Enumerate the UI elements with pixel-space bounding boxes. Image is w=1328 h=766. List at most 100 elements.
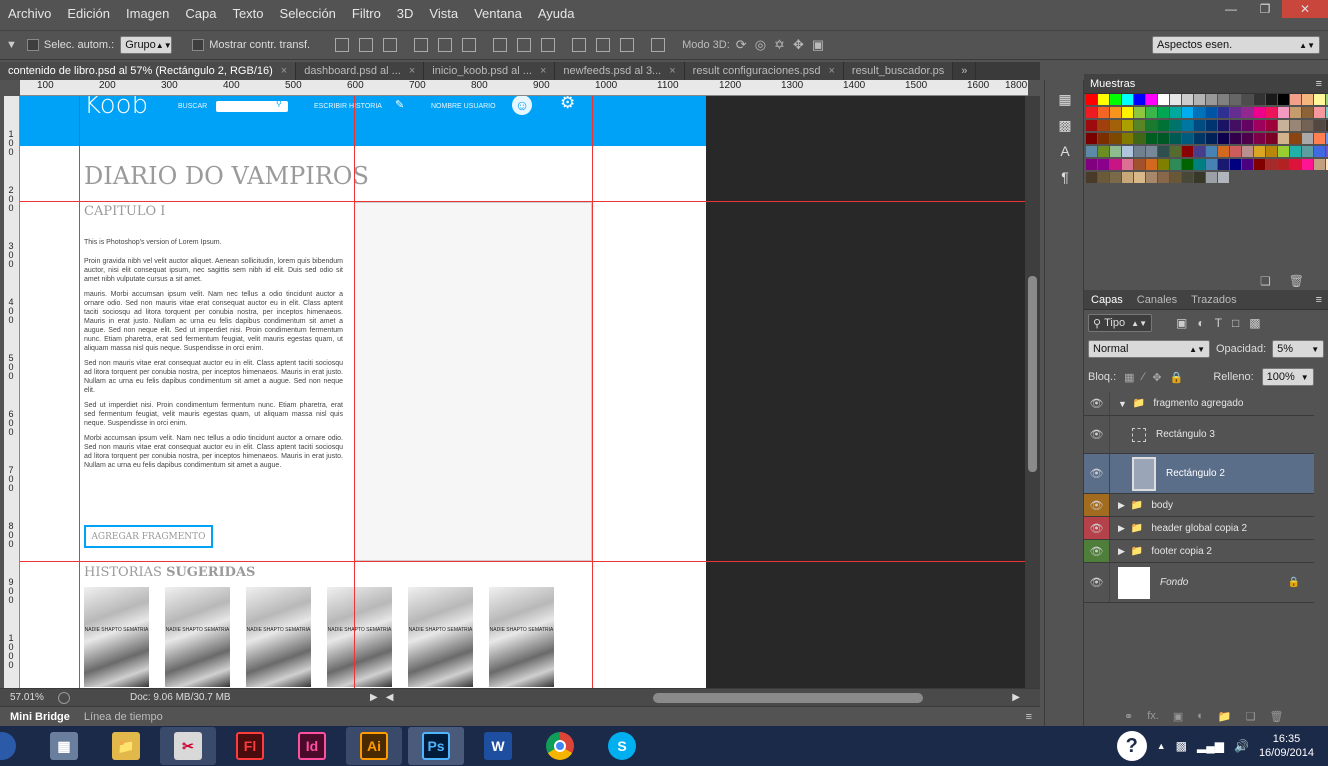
swatch[interactable] bbox=[1266, 159, 1277, 170]
workspace-dropdown[interactable]: Aspectos esen. ▲▼ bbox=[1152, 36, 1320, 54]
swatch[interactable] bbox=[1302, 146, 1313, 157]
swatch[interactable] bbox=[1134, 94, 1145, 105]
align-left-icon[interactable] bbox=[414, 38, 429, 52]
show-transform-checkbox[interactable] bbox=[192, 39, 205, 51]
swatch[interactable] bbox=[1146, 159, 1157, 170]
swatch[interactable] bbox=[1242, 159, 1253, 170]
tab-result-buscador[interactable]: result_buscador.ps bbox=[843, 62, 954, 80]
start-button[interactable] bbox=[0, 732, 16, 760]
swatch[interactable] bbox=[1158, 146, 1169, 157]
swatch[interactable] bbox=[1206, 159, 1217, 170]
swatch[interactable] bbox=[1266, 120, 1277, 131]
swatch[interactable] bbox=[1170, 133, 1181, 144]
network-icon[interactable]: ▩ bbox=[1176, 739, 1187, 753]
roll-3d-icon[interactable]: ◎ bbox=[755, 37, 766, 53]
swatch[interactable] bbox=[1290, 120, 1301, 131]
swatch[interactable] bbox=[1182, 146, 1193, 157]
horizontal-scroll-thumb[interactable] bbox=[653, 692, 924, 703]
guide-vertical[interactable] bbox=[592, 96, 593, 688]
swatch[interactable] bbox=[1194, 172, 1205, 183]
swatches-tab[interactable]: Muestras bbox=[1090, 78, 1135, 90]
minimize-icon[interactable]: — bbox=[1214, 0, 1248, 18]
swatch[interactable] bbox=[1290, 107, 1301, 118]
swatch[interactable] bbox=[1086, 94, 1097, 105]
swatch[interactable] bbox=[1146, 107, 1157, 118]
swatch[interactable] bbox=[1302, 120, 1313, 131]
swatch[interactable] bbox=[1278, 94, 1289, 105]
visibility-eye-icon[interactable]: 👁 bbox=[1084, 416, 1110, 453]
add-fragment-button[interactable]: AGREGAR FRAGMENTO bbox=[84, 525, 213, 548]
menu-ventana[interactable]: Ventana bbox=[466, 6, 530, 21]
visibility-eye-icon[interactable]: 👁 bbox=[1084, 540, 1110, 562]
swatch[interactable] bbox=[1230, 159, 1241, 170]
visibility-eye-icon[interactable]: 👁 bbox=[1084, 494, 1110, 516]
swatch[interactable] bbox=[1182, 159, 1193, 170]
delete-swatch-icon[interactable]: 🗑 bbox=[1289, 274, 1304, 288]
swatch[interactable] bbox=[1098, 94, 1109, 105]
export-icon[interactable] bbox=[58, 691, 70, 704]
disclosure-open-icon[interactable]: ▼ bbox=[1118, 399, 1127, 409]
swatch[interactable] bbox=[1206, 94, 1217, 105]
swatch[interactable] bbox=[1086, 146, 1097, 157]
swatch[interactable] bbox=[1242, 107, 1253, 118]
swatch[interactable] bbox=[1194, 94, 1205, 105]
swatch[interactable] bbox=[1254, 159, 1265, 170]
swatch[interactable] bbox=[1098, 159, 1109, 170]
history-icon[interactable]: ▦ bbox=[1050, 88, 1080, 110]
layer-kind-dropdown[interactable]: ⚲ Tipo ▲▼ bbox=[1088, 314, 1152, 332]
swatch[interactable] bbox=[1110, 172, 1121, 183]
pan-3d-icon[interactable]: ✡ bbox=[774, 37, 785, 53]
swatch[interactable] bbox=[1302, 159, 1313, 170]
canvas-area[interactable]: Koob BUSCAR ⚲ ESCRIBIR HISTORIA ✎ NOMBRE… bbox=[20, 96, 1028, 688]
distribute-right-icon[interactable] bbox=[620, 38, 635, 52]
book-cover[interactable]: NADIE SHAPTO SEMATRIA bbox=[84, 587, 149, 687]
swatch[interactable] bbox=[1086, 133, 1097, 144]
swatch[interactable] bbox=[1182, 133, 1193, 144]
swatch[interactable] bbox=[1230, 133, 1241, 144]
lock-move-icon[interactable]: ✥ bbox=[1152, 371, 1161, 384]
zoom-level[interactable]: 57.01% bbox=[10, 692, 54, 703]
tab-timeline[interactable]: Línea de tiempo bbox=[84, 711, 163, 723]
swatch[interactable] bbox=[1122, 94, 1133, 105]
taskbar-word[interactable]: W bbox=[470, 727, 526, 765]
swatch[interactable] bbox=[1146, 133, 1157, 144]
filter-shape-icon[interactable]: □ bbox=[1232, 316, 1239, 330]
tab-layers[interactable]: Capas bbox=[1084, 294, 1130, 306]
swatch[interactable] bbox=[1194, 133, 1205, 144]
disclosure-closed-icon[interactable]: ▶ bbox=[1118, 500, 1125, 511]
swatch[interactable] bbox=[1122, 120, 1133, 131]
panel-menu-icon[interactable]: ≡ bbox=[1316, 294, 1322, 306]
swatch[interactable] bbox=[1122, 107, 1133, 118]
swatch[interactable] bbox=[1122, 146, 1133, 157]
swatch[interactable] bbox=[1134, 133, 1145, 144]
new-layer-icon[interactable]: ❏ bbox=[1246, 710, 1256, 723]
align-right-icon[interactable] bbox=[462, 38, 477, 52]
swatch[interactable] bbox=[1158, 120, 1169, 131]
add-mask-icon[interactable]: ▣ bbox=[1173, 710, 1183, 723]
swatch[interactable] bbox=[1254, 146, 1265, 157]
distribute-bottom-icon[interactable] bbox=[541, 38, 556, 52]
rotate-3d-icon[interactable]: ⟳ bbox=[736, 37, 747, 53]
tool-preset-icon[interactable]: ▼ bbox=[6, 39, 17, 51]
taskbar-chrome[interactable] bbox=[532, 727, 588, 765]
close-tab-icon[interactable]: × bbox=[409, 65, 415, 77]
swatch[interactable] bbox=[1230, 120, 1241, 131]
scroll-right-icon[interactable]: ▶ bbox=[1012, 692, 1020, 703]
swatch[interactable] bbox=[1206, 146, 1217, 157]
swatch[interactable] bbox=[1110, 133, 1121, 144]
swatch[interactable] bbox=[1266, 146, 1277, 157]
guide-vertical[interactable] bbox=[354, 96, 355, 688]
swatch[interactable] bbox=[1314, 159, 1325, 170]
book-cover[interactable]: NADIE SHAPTO SEMATRIA bbox=[489, 587, 554, 687]
swatch[interactable] bbox=[1278, 107, 1289, 118]
swatch[interactable] bbox=[1170, 159, 1181, 170]
swatch[interactable] bbox=[1146, 146, 1157, 157]
tab-paths[interactable]: Trazados bbox=[1184, 294, 1243, 306]
tab-contenido-libro[interactable]: contenido de libro.psd al 57% (Rectángul… bbox=[0, 62, 297, 80]
visibility-eye-icon[interactable]: 👁 bbox=[1084, 563, 1110, 602]
signal-icon[interactable]: ▂▄▆ bbox=[1197, 739, 1224, 753]
link-layers-icon[interactable]: ⚭ bbox=[1124, 710, 1133, 723]
tab-newfeeds[interactable]: newfeeds.psd al 3... × bbox=[555, 62, 685, 80]
swatch[interactable] bbox=[1170, 94, 1181, 105]
swatch[interactable] bbox=[1110, 159, 1121, 170]
